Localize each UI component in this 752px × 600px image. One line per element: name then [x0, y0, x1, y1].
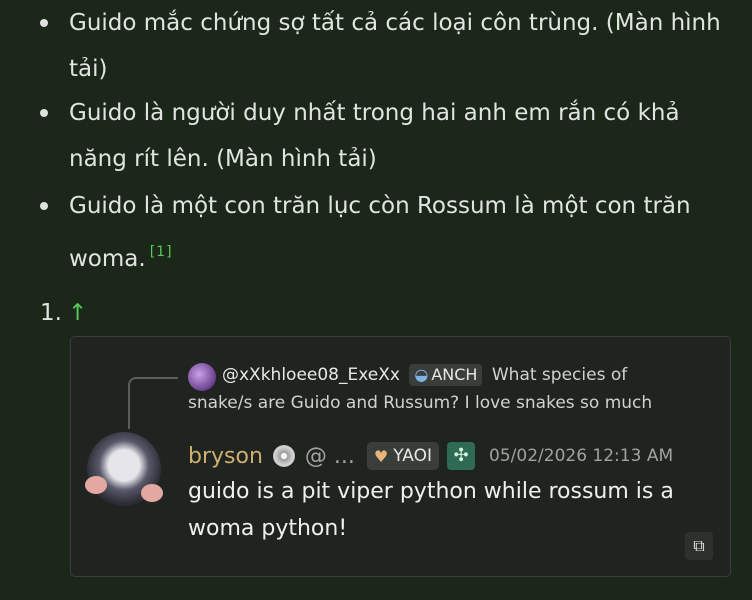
bullet-text: Guido là người duy nhất trong hai anh em… [69, 100, 680, 172]
cd-disc-icon [272, 445, 295, 467]
avatar-decoration [85, 476, 107, 494]
back-arrow-link[interactable]: ↑ [68, 300, 87, 326]
avatar-decoration [141, 484, 163, 502]
bullet-dot [40, 109, 48, 117]
server-tag-icon: ◒ [414, 365, 429, 384]
bullet-text: Guido mắc chứng sợ tất cả các loại côn t… [69, 10, 721, 82]
message-header: bryson @ ... ♥ YAOI ✣ 05/02/2026 12:13 AM [188, 439, 673, 473]
reply-preview[interactable]: @xXkhloee08_ExeXx ◒ ANCH What species of … [188, 361, 663, 417]
list-item: Guido là người duy nhất trong hai anh em… [40, 90, 730, 182]
avatar[interactable] [85, 432, 163, 506]
bullet-text-wrap: Guido là một con trăn lục còn Rossum là … [40, 183, 730, 282]
list-marker: 1. [40, 300, 62, 326]
fan-icon: ✣ [447, 442, 476, 470]
bullet-text: Guido là một con trăn lục còn Rossum là … [69, 193, 691, 272]
copy-icon[interactable]: ⧉ [685, 532, 713, 560]
list-item: Guido mắc chứng sợ tất cả các loại côn t… [40, 0, 730, 92]
author-handle[interactable]: @ ... [305, 444, 355, 469]
reply-tag-label: ANCH [431, 365, 478, 384]
reply-connector [128, 377, 178, 429]
bullet-dot [40, 202, 48, 210]
timestamp: 05/02/2026 12:13 AM [489, 446, 674, 466]
author-name[interactable]: bryson [188, 444, 263, 469]
role-badge-label: YAOI [393, 446, 433, 466]
discord-embed-card: @xXkhloee08_ExeXx ◒ ANCH What species of … [70, 336, 731, 577]
footnote-link[interactable]: [1] [150, 244, 173, 260]
role-badge: ♥ YAOI [366, 442, 440, 470]
bullet-dot [40, 19, 48, 27]
heart-icon: ♥ [373, 446, 389, 466]
message-text: guido is a pit viper python while rossum… [188, 479, 674, 541]
list-item: Guido là một con trăn lục còn Rossum là … [40, 183, 730, 282]
reply-username[interactable]: @xXkhloee08_ExeXx [222, 365, 400, 385]
reply-server-tag: ◒ ANCH [409, 364, 483, 386]
ordered-list-item: 1. ↑ [40, 296, 87, 330]
